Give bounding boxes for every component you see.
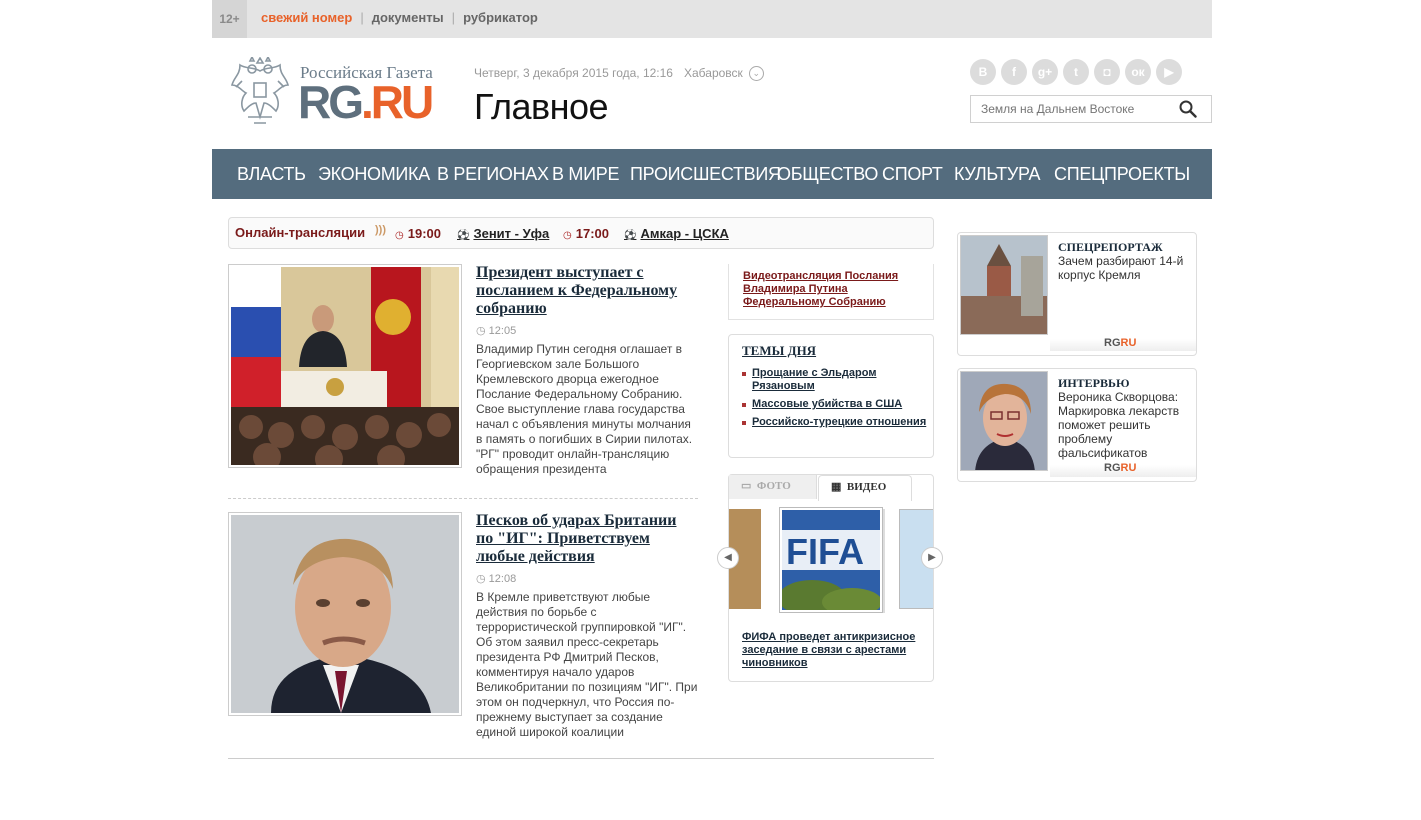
clock-icon: ◷ — [395, 230, 404, 241]
promo-card[interactable]: СПЕЦРЕПОРТАЖ Зачем разбирают 14-й корпус… — [957, 232, 1197, 356]
rubricator-link[interactable]: рубрикатор — [463, 10, 538, 25]
theme-link[interactable]: Массовые убийства в США — [742, 398, 928, 411]
live-broadcasts-bar: Онлайн-трансляции ))) ◷ 19:00 ⚽ Зенит - Уф… — [228, 217, 934, 249]
skvortsova-photo — [961, 372, 1047, 470]
googleplus-icon[interactable]: g+ — [1032, 59, 1058, 85]
card-kicker: СПЕЦРЕПОРТАЖ — [1058, 240, 1163, 254]
coat-of-arms-icon — [230, 57, 290, 124]
video-carousel: FIFA — [729, 507, 933, 613]
main-nav: ВЛАСТЬ ЭКОНОМИКА В РЕГИОНАХ В МИРЕ ПРОИС… — [212, 149, 1212, 199]
vk-icon[interactable]: В — [970, 59, 996, 85]
news-item: Президент выступает с посланием к Федера… — [228, 264, 698, 484]
instagram-icon[interactable]: ◘ — [1094, 59, 1120, 85]
video-thumb[interactable]: FIFA — [778, 507, 883, 613]
documents-link[interactable]: документы — [372, 10, 444, 25]
age-rating-badge: 12+ — [212, 0, 247, 38]
fresh-issue-link[interactable]: свежий номер — [261, 10, 352, 25]
page: 12+ свежий номер | документы | рубрикатор Ро… — [212, 0, 1212, 820]
svg-text:FIFA: FIFA — [786, 531, 864, 572]
divider — [228, 758, 934, 759]
live-label[interactable]: Онлайн-трансляции — [235, 225, 365, 240]
city-label: Хабаровск — [684, 66, 743, 80]
search-box — [970, 95, 1212, 123]
themes-of-day: ТЕМЫ ДНЯ Прощание с Эльдаром Рязановым М… — [728, 334, 934, 458]
clock-icon: ◷ — [476, 325, 486, 337]
carousel-next-icon[interactable]: ▶ — [921, 547, 943, 569]
nav-item-economy[interactable]: ЭКОНОМИКА — [318, 149, 430, 199]
broadcast-icon: ))) — [375, 224, 386, 236]
news-photo[interactable] — [228, 264, 462, 468]
top-links: свежий номер | документы | рубрикатор — [261, 10, 538, 25]
facebook-icon[interactable]: f — [1001, 59, 1027, 85]
nav-item-culture[interactable]: КУЛЬТУРА — [954, 149, 1040, 199]
match-link[interactable]: Зенит - Уфа — [473, 226, 549, 241]
news-text: Владимир Путин сегодня оглашает в Георги… — [476, 342, 693, 476]
nav-item-regions[interactable]: В РЕГИОНАХ — [437, 149, 549, 199]
chevron-down-icon: ⌄ — [748, 66, 764, 82]
theme-link[interactable]: Российско-турецкие отношения — [742, 416, 928, 429]
nav-item-society[interactable]: ОБЩЕСТВО — [777, 149, 878, 199]
social-links: Вf g+ t ◘ ок ▶ — [970, 59, 1187, 85]
video-caption[interactable]: ФИФА проведет антикризисное заседание в … — [742, 631, 932, 670]
current-date: Четверг, 3 декабря 2015 года, 12:16 — [474, 66, 673, 80]
tab-photo[interactable]: ▭ ФОТО — [729, 475, 817, 499]
theme-link[interactable]: Прощание с Эльдаром Рязановым — [742, 367, 928, 393]
news-text: В Кремле приветствуют любые действия по … — [476, 590, 698, 739]
card-text[interactable]: Зачем разбирают 14-й корпус Кремля — [1058, 254, 1192, 282]
page-title: Главное — [474, 86, 609, 127]
card-kicker: ИНТЕРВЬЮ — [1058, 376, 1130, 390]
top-bar: 12+ свежий номер | документы | рубрикатор — [212, 0, 1212, 38]
media-widget: ▭ ФОТО ▦ ВИДЕО FIFA ФИФА проведет антикр… — [728, 474, 934, 682]
search-input[interactable] — [971, 96, 1171, 122]
twitter-icon[interactable]: t — [1063, 59, 1089, 85]
news-title[interactable]: Песков об ударах Британии по "ИГ": Приве… — [476, 512, 696, 566]
fifa-thumb: FIFA — [778, 510, 882, 613]
promo-photo — [960, 371, 1048, 471]
themes-title[interactable]: ТЕМЫ ДНЯ — [742, 343, 816, 359]
nav-item-incidents[interactable]: ПРОИСШЕСТВИЯ — [630, 149, 781, 199]
tab-video[interactable]: ▦ ВИДЕО — [818, 475, 912, 501]
broadcast-link[interactable]: Видеотрансляция Послания Владимира Путин… — [743, 270, 929, 309]
match-time: 19:00 — [407, 226, 441, 241]
news-time: 12:08 — [488, 573, 517, 585]
site-logo[interactable]: Российская Газета RG.RU — [228, 57, 438, 129]
news-item: Песков об ударах Британии по "ИГ": Приве… — [228, 512, 698, 742]
video-icon: ▦ — [831, 481, 842, 493]
peskov-photo — [231, 515, 459, 713]
clock-icon: ◷ — [563, 230, 572, 241]
nav-item-world[interactable]: В МИРЕ — [552, 149, 619, 199]
kremlin-photo — [961, 236, 1047, 334]
clock-icon: ◷ — [476, 573, 486, 585]
promo-photo — [960, 235, 1048, 335]
odnoklassniki-icon[interactable]: ок — [1125, 59, 1151, 85]
nav-item-sport[interactable]: СПОРТ — [882, 149, 943, 199]
city-selector[interactable]: Хабаровск ⌄ — [684, 66, 764, 82]
broadcast-link-box: Видеотрансляция Послания Владимира Путин… — [728, 264, 934, 320]
news-title[interactable]: Президент выступает с посланием к Федера… — [476, 264, 696, 318]
nav-item-vlast[interactable]: ВЛАСТЬ — [237, 149, 306, 199]
rgru-watermark: RGRU — [1104, 337, 1137, 349]
rgru-watermark: RGRU — [1104, 462, 1137, 474]
match-time: 17:00 — [575, 226, 609, 241]
card-text[interactable]: Вероника Скворцова: Маркировка лекарств … — [1058, 390, 1192, 460]
youtube-icon[interactable]: ▶ — [1156, 59, 1182, 85]
match-link[interactable]: Амкар - ЦСКА — [640, 226, 728, 241]
promo-card[interactable]: ИНТЕРВЬЮ Вероника Скворцова: Маркировка … — [957, 368, 1197, 482]
news-photo[interactable] — [228, 512, 462, 716]
ball-icon: ⚽ — [457, 230, 470, 241]
search-icon[interactable] — [1179, 100, 1197, 118]
carousel-prev-icon[interactable]: ◀ — [717, 547, 739, 569]
putin-speech-photo — [231, 267, 459, 465]
photo-icon: ▭ — [741, 480, 752, 492]
news-time: 12:05 — [488, 325, 517, 337]
ball-icon: ⚽ — [624, 230, 637, 241]
divider — [228, 498, 698, 499]
nav-item-specprojects[interactable]: СПЕЦПРОЕКТЫ — [1054, 149, 1190, 199]
logo-wordmark: RG.RU — [298, 76, 434, 128]
